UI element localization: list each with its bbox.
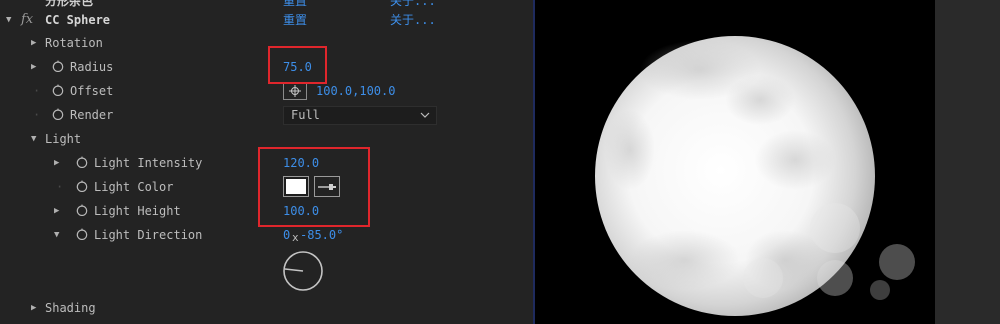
no-twirl-dot: · — [33, 84, 41, 98]
stopwatch-icon[interactable] — [76, 180, 88, 192]
stopwatch-icon[interactable] — [52, 84, 64, 96]
light-color-label: Light Color — [94, 180, 174, 194]
about-link[interactable]: 关于... — [390, 10, 436, 30]
light-highlight-box — [258, 147, 370, 227]
stopwatch-icon[interactable] — [76, 156, 88, 168]
offset-row: · Offset 100.0,100.0 — [0, 81, 505, 101]
radius-row: ▶ Radius 75.0 — [0, 57, 505, 77]
radius-highlight-box — [268, 46, 327, 84]
light-direction-x-symbol: x — [292, 231, 299, 244]
stopwatch-icon[interactable] — [52, 60, 64, 72]
app-root: 分形杂色 重置 关于... ▼ fx CC Sphere 重置 关于... ▶ … — [0, 0, 1000, 324]
stopwatch-icon[interactable] — [76, 204, 88, 216]
fx-toggle-icon[interactable]: fx — [21, 10, 33, 30]
render-dropdown[interactable]: Full — [283, 106, 437, 125]
light-intensity-row: ▶ Light Intensity 120.0 — [0, 153, 505, 173]
twirl-open-icon[interactable]: ▼ — [6, 10, 11, 30]
no-twirl-dot: · — [33, 108, 41, 122]
stopwatch-icon[interactable] — [76, 228, 88, 240]
light-color-row: · Light Color — [0, 177, 280, 197]
composition-viewer — [535, 0, 935, 324]
reset-link[interactable]: 重置 — [283, 10, 307, 30]
angle-dial[interactable] — [282, 250, 324, 292]
twirl-closed-icon[interactable]: ▶ — [54, 153, 59, 173]
twirl-closed-icon[interactable]: ▶ — [31, 57, 36, 77]
light-direction-label: Light Direction — [94, 228, 203, 242]
light-height-label: Light Height — [94, 204, 181, 218]
render-row: · Render — [0, 105, 280, 125]
effect-name: CC Sphere — [45, 13, 111, 27]
light-direction-row: ▼ Light Direction 0 x -85.0° — [0, 225, 505, 245]
no-twirl-dot: · — [56, 180, 64, 194]
rotation-label: Rotation — [45, 36, 103, 50]
twirl-closed-icon[interactable]: ▶ — [31, 33, 36, 53]
effect-controls-panel: 分形杂色 重置 关于... ▼ fx CC Sphere 重置 关于... ▶ … — [0, 0, 505, 324]
crosshair-icon[interactable] — [283, 82, 307, 100]
effect-header-row[interactable]: ▼ fx CC Sphere 重置 关于... — [0, 10, 505, 30]
offset-label: Offset — [70, 84, 114, 98]
twirl-open-icon[interactable]: ▼ — [54, 225, 59, 245]
render-selected-value: Full — [291, 108, 320, 122]
right-panel — [935, 0, 1000, 324]
render-label: Render — [70, 108, 114, 122]
twirl-closed-icon[interactable]: ▶ — [54, 201, 59, 221]
twirl-open-icon[interactable]: ▼ — [31, 129, 36, 149]
stopwatch-icon[interactable] — [52, 108, 64, 120]
offset-value[interactable]: 100.0,100.0 — [316, 81, 395, 101]
light-group-label: Light — [45, 132, 82, 146]
light-direction-degrees[interactable]: -85.0° — [300, 225, 343, 245]
shading-label: Shading — [45, 301, 96, 315]
chevron-down-icon — [420, 112, 430, 118]
light-height-row: ▶ Light Height 100.0 — [0, 201, 505, 221]
shading-row[interactable]: ▶ Shading — [0, 298, 505, 318]
light-intensity-label: Light Intensity — [94, 156, 203, 170]
light-group-row[interactable]: ▼ Light — [0, 129, 505, 149]
twirl-closed-icon[interactable]: ▶ — [31, 298, 36, 318]
sphere-render — [595, 36, 915, 316]
rotation-row[interactable]: ▶ Rotation — [0, 33, 505, 53]
radius-label: Radius — [70, 60, 114, 74]
panel-divider — [505, 0, 533, 324]
light-direction-revolutions[interactable]: 0 — [283, 225, 290, 245]
